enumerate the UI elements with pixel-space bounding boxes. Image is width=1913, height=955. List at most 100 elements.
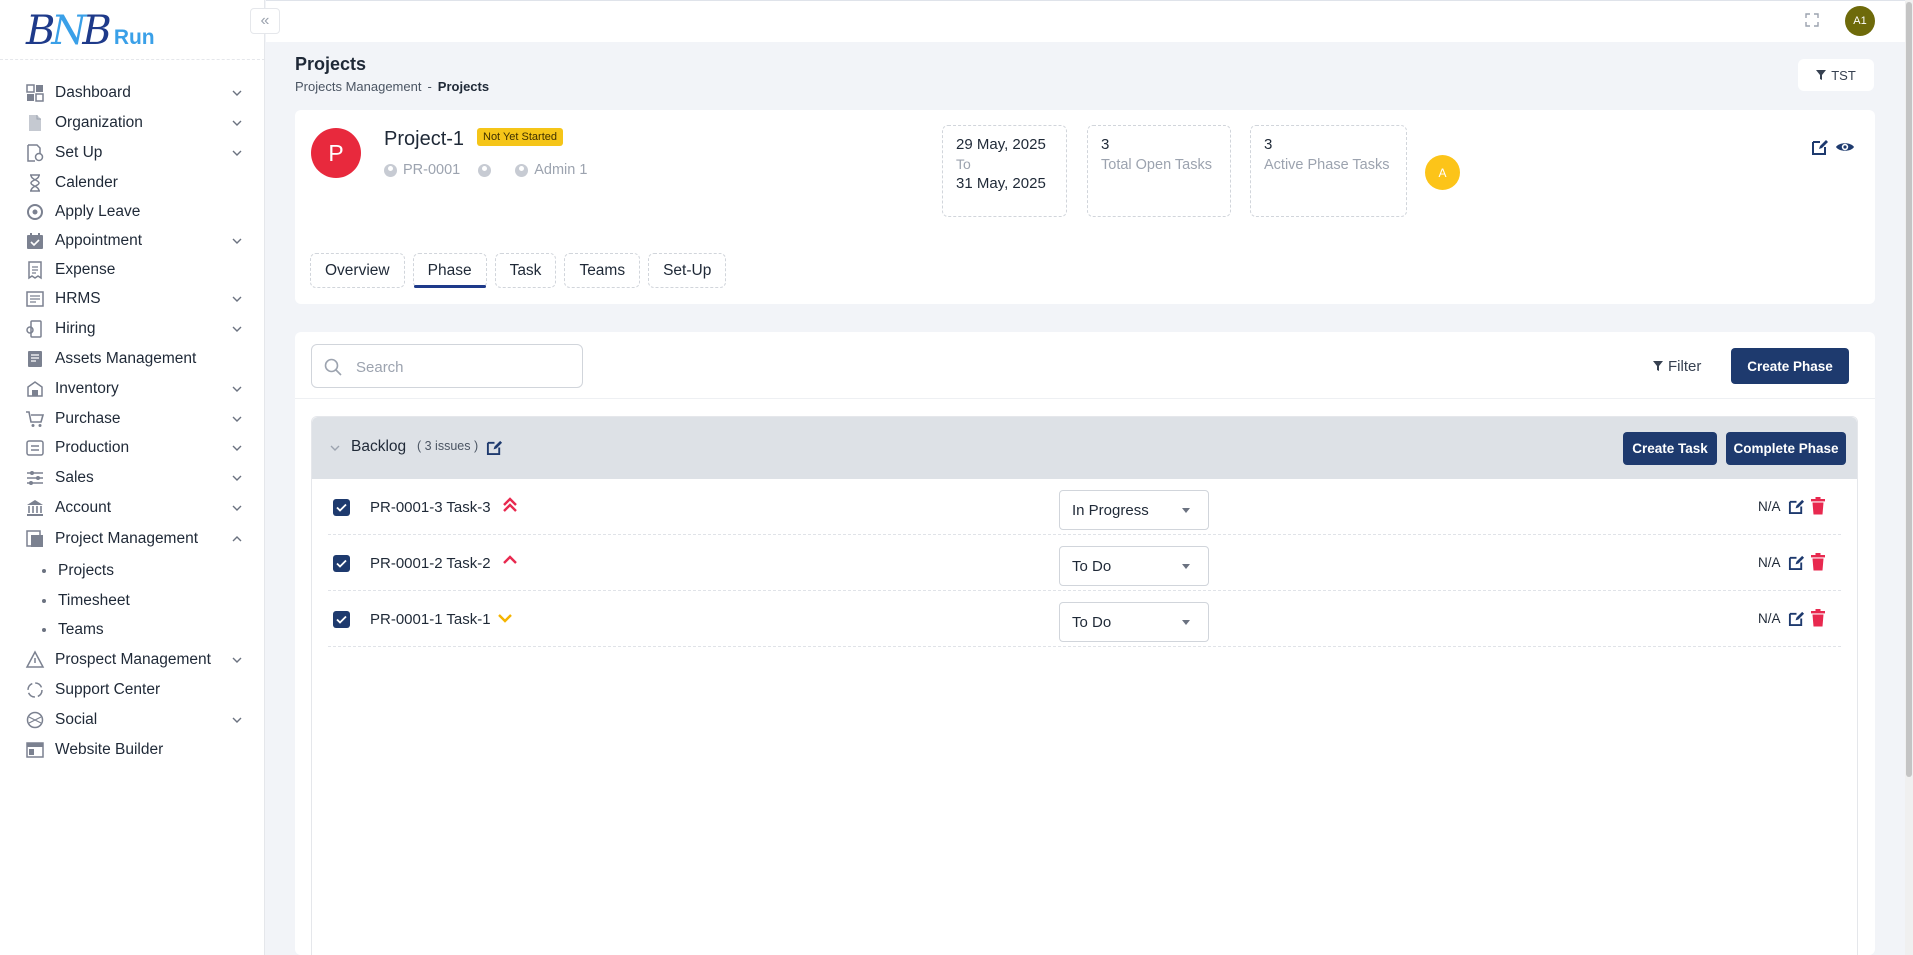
panel-divider xyxy=(295,398,1875,399)
eye-icon[interactable] xyxy=(1835,138,1855,156)
breadcrumb-link[interactable]: Projects Management xyxy=(295,79,421,94)
task-row[interactable]: PR-0001-3 Task-3 In Progress N/A xyxy=(328,479,1841,535)
task-status-select[interactable]: To Do xyxy=(1059,546,1209,586)
chevron-down-icon xyxy=(231,293,243,305)
trash-icon[interactable] xyxy=(1810,553,1826,571)
sidebar-item-website-builder[interactable]: Website Builder xyxy=(0,733,265,767)
search-input[interactable] xyxy=(356,355,566,379)
create-task-button[interactable]: Create Task xyxy=(1623,432,1717,465)
task-checkbox[interactable] xyxy=(333,611,350,628)
sidebar-item-social[interactable]: Social xyxy=(0,703,265,737)
scrollbar-thumb[interactable] xyxy=(1906,2,1912,777)
breadcrumb-separator: - xyxy=(427,79,432,94)
inventory-icon xyxy=(25,379,45,399)
member-avatar[interactable]: A xyxy=(1425,155,1460,190)
sidebar-subitem-label: Teams xyxy=(58,621,104,638)
sidebar-item-assets-management[interactable]: Assets Management xyxy=(0,342,265,376)
date-to-label: To xyxy=(956,156,971,172)
sidebar-item-production[interactable]: Production xyxy=(0,431,265,465)
complete-phase-button[interactable]: Complete Phase xyxy=(1726,432,1846,465)
create-phase-button[interactable]: Create Phase xyxy=(1731,348,1849,384)
sidebar-item-hrms[interactable]: HRMS xyxy=(0,282,265,316)
tab-task[interactable]: Task xyxy=(494,253,557,288)
chevron-down-icon xyxy=(231,472,243,484)
project-meta: PR-0001 Admin 1 xyxy=(384,162,587,178)
sidebar-subitem-timesheet[interactable]: Timesheet xyxy=(0,586,265,616)
filter-tag-label: TST xyxy=(1831,67,1856,83)
project-name: Project-1 xyxy=(384,128,465,150)
bank-icon xyxy=(25,498,45,518)
trash-icon[interactable] xyxy=(1810,609,1826,627)
fullscreen-icon[interactable] xyxy=(1804,12,1820,28)
trash-icon[interactable] xyxy=(1810,497,1826,515)
task-checkbox[interactable] xyxy=(333,555,350,572)
caret-down-icon xyxy=(1182,564,1190,569)
sidebar-item-label: Prospect Management xyxy=(55,651,211,668)
bullet-dot xyxy=(42,569,46,573)
task-name[interactable]: PR-0001-2 Task-2 xyxy=(370,555,491,572)
sidebar-item-inventory[interactable]: Inventory xyxy=(0,372,265,406)
sidebar-item-support-center[interactable]: Support Center xyxy=(0,673,265,707)
task-row[interactable]: PR-0001-1 Task-1 To Do N/A xyxy=(328,591,1841,647)
tab-phase[interactable]: Phase xyxy=(412,253,487,288)
task-name[interactable]: PR-0001-1 Task-1 xyxy=(370,611,491,628)
task-status-value: To Do xyxy=(1072,614,1112,631)
edit-icon[interactable] xyxy=(1788,554,1805,571)
task-status-select[interactable]: In Progress xyxy=(1059,490,1209,530)
chevron-down-icon[interactable] xyxy=(329,442,341,454)
search-icon xyxy=(324,358,342,376)
dashboard-icon xyxy=(25,83,45,103)
sidebar-item-label: Calender xyxy=(55,174,118,191)
task-name[interactable]: PR-0001-3 Task-3 xyxy=(370,499,491,516)
task-checkbox[interactable] xyxy=(333,499,350,516)
task-row[interactable]: PR-0001-2 Task-2 To Do N/A xyxy=(328,535,1841,591)
filter-tag-button[interactable]: TST xyxy=(1798,59,1874,91)
sidebar-item-label: Purchase xyxy=(55,410,121,427)
edit-icon[interactable] xyxy=(1811,138,1829,156)
bullet-dot xyxy=(42,599,46,603)
sidebar-item-label: Production xyxy=(55,439,130,456)
chevron-down-icon xyxy=(231,87,243,99)
edit-icon[interactable] xyxy=(1788,610,1805,627)
sidebar-item-set-up[interactable]: Set Up xyxy=(0,136,265,170)
sidebar-item-label: Account xyxy=(55,499,112,516)
funnel-icon xyxy=(1816,69,1827,80)
brand-logo[interactable]: BNB Run xyxy=(26,4,155,58)
sidebar-item-prospect-management[interactable]: Prospect Management xyxy=(0,643,265,677)
chevron-down-icon xyxy=(231,502,243,514)
project-tabs: Overview Phase Task Teams Set-Up xyxy=(310,253,727,288)
edit-icon[interactable] xyxy=(1788,498,1805,515)
user-avatar[interactable]: A1 xyxy=(1845,6,1875,36)
task-assignee: N/A xyxy=(1758,499,1781,514)
tab-teams[interactable]: Teams xyxy=(564,253,641,288)
website-icon xyxy=(25,740,45,760)
sidebar-item-hiring[interactable]: Hiring xyxy=(0,312,265,346)
task-status-select[interactable]: To Do xyxy=(1059,602,1209,642)
project-status-badge: Not Yet Started xyxy=(477,128,563,146)
sidebar-item-sales[interactable]: Sales xyxy=(0,461,265,495)
sidebar-item-organization[interactable]: Organization xyxy=(0,106,265,140)
sidebar-item-project-management[interactable]: Project Management xyxy=(0,522,265,556)
phase-title: Backlog xyxy=(351,438,407,455)
sidebar-item-label: Appointment xyxy=(55,232,143,249)
sidebar-item-label: Social xyxy=(55,711,98,728)
priority-low-icon xyxy=(495,607,515,627)
phase-panel: Filter Create Phase Backlog ( 3 issues )… xyxy=(295,332,1875,955)
receipt-icon xyxy=(25,260,45,280)
collapse-sidebar-button[interactable]: « xyxy=(250,8,280,34)
topbar xyxy=(266,0,1913,42)
hiring-icon xyxy=(25,319,45,339)
sidebar-item-dashboard[interactable]: Dashboard xyxy=(0,76,265,110)
date-from: 29 May, 2025 xyxy=(956,136,1046,153)
tab-overview[interactable]: Overview xyxy=(310,253,405,288)
chevron-up-icon xyxy=(231,533,243,545)
breadcrumb: Projects Management - Projects xyxy=(295,79,489,94)
sidebar-item-label: Expense xyxy=(55,261,116,278)
sidebar-subitem-teams[interactable]: Teams xyxy=(0,615,265,645)
sidebar-subitem-projects[interactable]: Projects xyxy=(0,556,265,586)
tab-set-up[interactable]: Set-Up xyxy=(648,253,727,288)
edit-icon[interactable] xyxy=(486,439,503,456)
sidebar-item-account[interactable]: Account xyxy=(0,491,265,525)
filter-button[interactable]: Filter xyxy=(1653,350,1701,382)
sidebar-item-label: Project Management xyxy=(55,530,199,547)
